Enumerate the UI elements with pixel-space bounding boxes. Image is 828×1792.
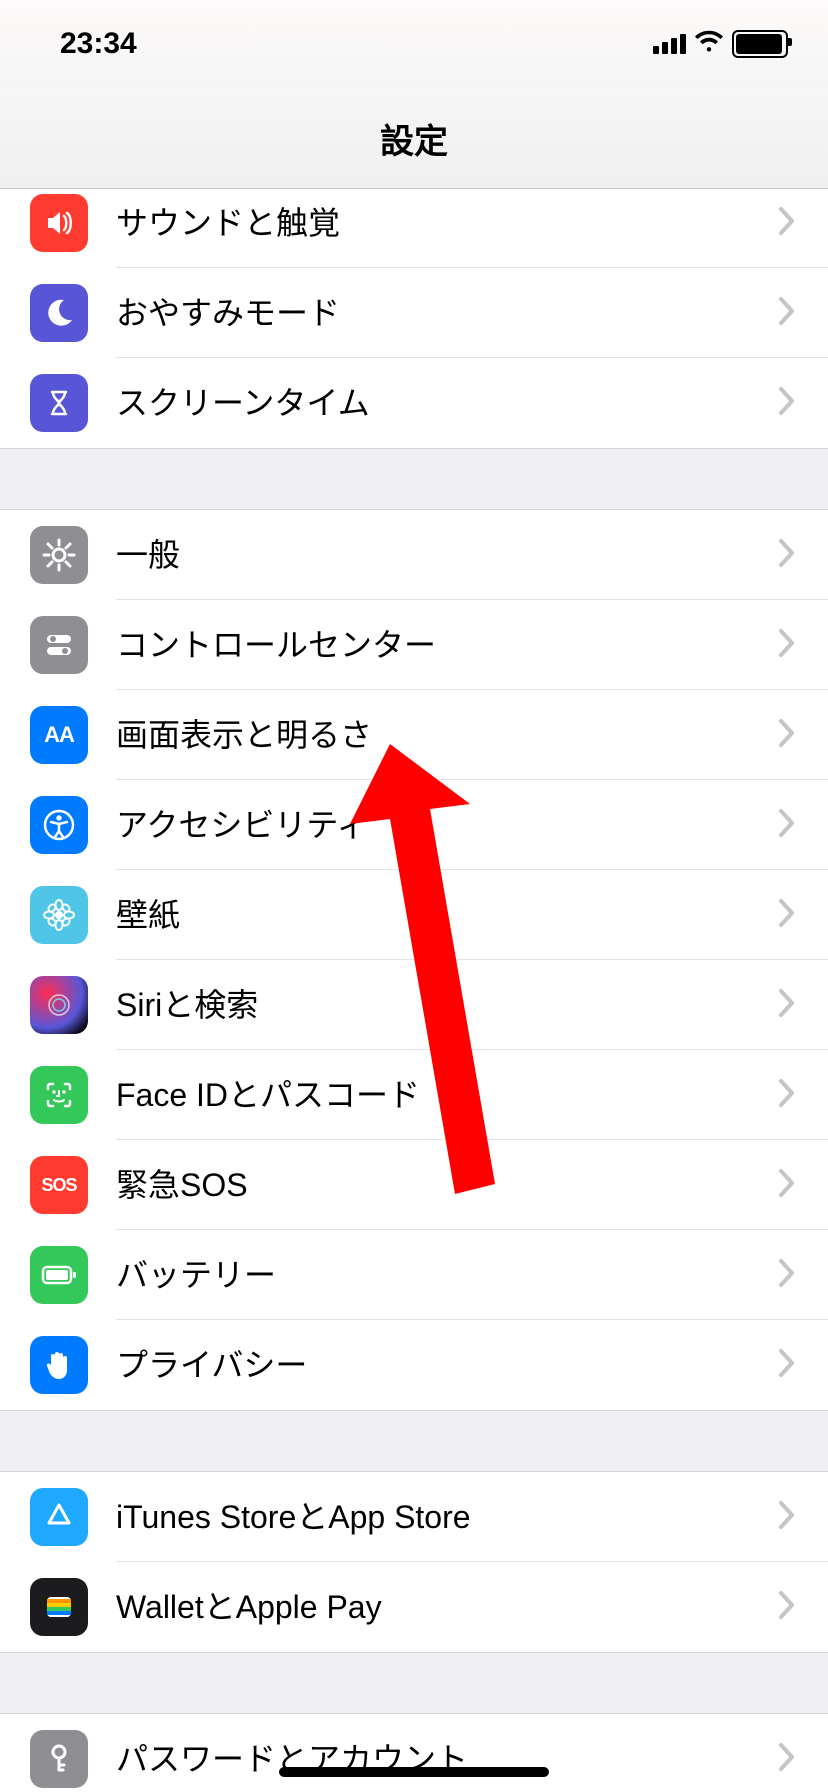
row-label: 一般 (88, 537, 778, 573)
row-label: コントロールセンター (88, 627, 778, 663)
settings-row-battery[interactable]: バッテリー (0, 1230, 828, 1320)
chevron-right-icon (778, 386, 828, 421)
textsize-icon: AA (30, 706, 88, 764)
settings-row-sos[interactable]: SOS 緊急SOS (0, 1140, 828, 1230)
row-label: Siriと検索 (88, 987, 778, 1023)
row-label: プライバシー (88, 1347, 778, 1383)
settings-row-privacy[interactable]: プライバシー (0, 1320, 828, 1410)
row-label: バッテリー (88, 1257, 778, 1293)
moon-icon (30, 284, 88, 342)
gear-icon (30, 526, 88, 584)
status-right (653, 30, 788, 59)
settings-row-controlcenter[interactable]: コントロールセンター (0, 600, 828, 690)
chevron-right-icon (778, 718, 828, 753)
row-label: iTunes StoreとApp Store (88, 1499, 778, 1535)
settings-row-accessibility[interactable]: アクセシビリティ (0, 780, 828, 870)
chevron-right-icon (778, 206, 828, 241)
settings-row-passwords[interactable]: パスワードとアカウント (0, 1714, 828, 1792)
settings-group-3: パスワードとアカウント (0, 1713, 828, 1792)
chevron-right-icon (778, 898, 828, 933)
appstore-icon (30, 1488, 88, 1546)
key-icon (30, 1730, 88, 1788)
row-label: アクセシビリティ (88, 807, 778, 843)
flower-icon (30, 886, 88, 944)
row-label: 緊急SOS (88, 1167, 778, 1203)
icon-text: AA (44, 722, 74, 748)
chevron-right-icon (778, 628, 828, 663)
chevron-right-icon (778, 1258, 828, 1293)
page-title: 設定 (380, 114, 448, 163)
settings-group-1: 一般 コントロールセンター AA 画面表示と明るさ アクセシビリティ 壁紙 (0, 509, 828, 1411)
faceid-icon (30, 1066, 88, 1124)
settings-row-sounds[interactable]: サウンドと触覚 (0, 189, 828, 268)
row-label: 壁紙 (88, 897, 778, 933)
chevron-right-icon (778, 296, 828, 331)
sos-icon: SOS (30, 1156, 88, 1214)
chevron-right-icon (778, 1500, 828, 1535)
cellular-signal-icon (653, 34, 686, 54)
settings-row-general[interactable]: 一般 (0, 510, 828, 600)
wifi-icon (694, 30, 724, 59)
settings-group-2: iTunes StoreとApp Store WalletとApple Pay (0, 1471, 828, 1653)
status-time: 23:34 (60, 27, 137, 61)
chevron-right-icon (778, 1590, 828, 1625)
switches-icon (30, 616, 88, 674)
siri-icon (30, 976, 88, 1034)
chevron-right-icon (778, 988, 828, 1023)
settings-row-screentime[interactable]: スクリーンタイム (0, 358, 828, 448)
chevron-right-icon (778, 1078, 828, 1113)
chevron-right-icon (778, 1168, 828, 1203)
accessibility-icon (30, 796, 88, 854)
status-bar: 23:34 (0, 0, 828, 88)
row-label: Face IDとパスコード (88, 1077, 778, 1113)
hourglass-icon (30, 374, 88, 432)
navigation-bar: 設定 (0, 88, 828, 189)
row-label: WalletとApple Pay (88, 1589, 778, 1625)
row-label: スクリーンタイム (88, 385, 778, 421)
battery-icon (732, 30, 788, 58)
settings-row-wallpaper[interactable]: 壁紙 (0, 870, 828, 960)
settings-group-0: サウンドと触覚 おやすみモード スクリーンタイム (0, 189, 828, 449)
settings-row-faceid[interactable]: Face IDとパスコード (0, 1050, 828, 1140)
chevron-right-icon (778, 538, 828, 573)
settings-row-itunes[interactable]: iTunes StoreとApp Store (0, 1472, 828, 1562)
hand-icon (30, 1336, 88, 1394)
settings-row-wallet[interactable]: WalletとApple Pay (0, 1562, 828, 1652)
settings-row-siri[interactable]: Siriと検索 (0, 960, 828, 1050)
row-label: サウンドと触覚 (88, 205, 778, 241)
chevron-right-icon (778, 1348, 828, 1383)
settings-row-dnd[interactable]: おやすみモード (0, 268, 828, 358)
sound-icon (30, 194, 88, 252)
battery-full-icon (30, 1246, 88, 1304)
content: サウンドと触覚 おやすみモード スクリーンタイム 一般 コントロールセンター (0, 189, 828, 1792)
home-indicator[interactable] (0, 1767, 828, 1777)
icon-text: SOS (41, 1175, 76, 1196)
wallet-icon (30, 1578, 88, 1636)
row-label: おやすみモード (88, 295, 778, 331)
chevron-right-icon (778, 808, 828, 843)
settings-row-display[interactable]: AA 画面表示と明るさ (0, 690, 828, 780)
row-label: 画面表示と明るさ (88, 717, 778, 753)
